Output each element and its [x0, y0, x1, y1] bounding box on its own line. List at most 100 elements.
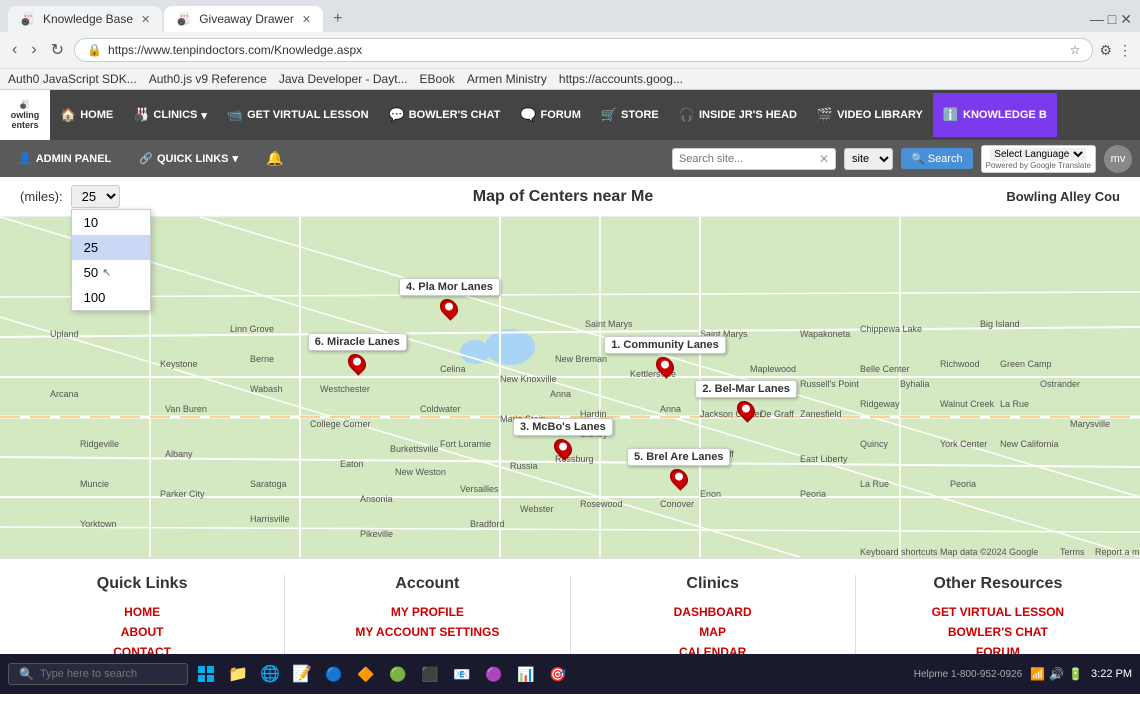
battery-icon[interactable]: 🔋 — [1068, 667, 1083, 681]
nav-home[interactable]: 🏠 HOME — [50, 93, 123, 137]
reload-button[interactable]: ↻ — [47, 36, 68, 64]
map-pin-6[interactable]: 6. Miracle Lanes — [308, 333, 407, 373]
miles-option-50[interactable]: 50 ↖ — [72, 260, 150, 285]
svg-text:Ridgeway: Ridgeway — [860, 399, 900, 409]
search-button[interactable]: 🔍 Search — [901, 148, 973, 169]
bookmark-4[interactable]: Armen Ministry — [467, 72, 547, 86]
miles-option-100[interactable]: 100 — [72, 285, 150, 310]
star-icon[interactable]: ☆ — [1070, 43, 1081, 57]
notification-bell-btn[interactable]: 🔔 — [256, 144, 293, 173]
map-pin-5[interactable]: 5. Brel Are Lanes — [627, 448, 730, 488]
bookmark-5[interactable]: https://accounts.goog... — [559, 72, 683, 86]
svg-text:Van Buren: Van Buren — [165, 404, 207, 414]
taskbar-app1-icon[interactable]: 🔵 — [320, 660, 348, 688]
footer-profile-link[interactable]: MY PROFILE — [305, 605, 549, 619]
bookmark-1[interactable]: Auth0.js v9 Reference — [149, 72, 267, 86]
svg-text:Bradford: Bradford — [470, 519, 505, 529]
nav-knowledge[interactable]: ℹ️ KNOWLEDGE B — [933, 93, 1057, 137]
quick-links-link[interactable]: 🔗 QUICK LINKS ▾ — [129, 146, 248, 171]
footer-settings-link[interactable]: MY ACCOUNT SETTINGS — [305, 625, 549, 639]
nav-forum[interactable]: 🗨️ FORUM — [510, 93, 591, 137]
svg-text:Russell's Point: Russell's Point — [800, 379, 859, 389]
map-container[interactable]: Arcana Upland Ridgeville Muncie Yorktown… — [0, 217, 1140, 557]
forward-button[interactable]: › — [27, 37, 40, 63]
svg-text:New Breman: New Breman — [555, 354, 607, 364]
translate-select[interactable]: Select Language — [990, 148, 1086, 161]
minimize-button[interactable]: — — [1090, 11, 1104, 28]
nav-store[interactable]: 🛒 STORE — [591, 93, 669, 137]
close-button[interactable]: ✕ — [1120, 11, 1132, 28]
map-pin-3[interactable]: 3. McBo's Lanes — [513, 418, 613, 458]
svg-text:Anna: Anna — [660, 404, 681, 414]
footer-dashboard-link[interactable]: DASHBOARD — [591, 605, 835, 619]
nav-video-library[interactable]: 🎬 VIDEO LIBRARY — [807, 93, 933, 137]
map-title: Map of Centers near Me — [473, 188, 653, 206]
miles-option-10[interactable]: 10 — [72, 210, 150, 235]
user-avatar[interactable]: mv — [1104, 145, 1132, 173]
footer-bc-link[interactable]: BOWLER'S CHAT — [876, 625, 1120, 639]
tab-knowledge-base[interactable]: 🎳 Knowledge Base ✕ — [8, 6, 162, 32]
miles-option-25[interactable]: 25 — [72, 235, 150, 260]
back-button[interactable]: ‹ — [8, 37, 21, 63]
tab-giveaway[interactable]: 🎳 Giveaway Drawer ✕ — [164, 6, 323, 32]
maximize-button[interactable]: □ — [1108, 11, 1116, 28]
pin-dot — [352, 356, 363, 367]
extensions-button[interactable]: ⚙ — [1099, 42, 1112, 59]
site-select[interactable]: site web — [844, 148, 893, 170]
nav-clinics[interactable]: 🎳 CLINICS ▾ — [123, 93, 217, 137]
pin-dot — [444, 301, 455, 312]
svg-text:Maplewood: Maplewood — [750, 364, 796, 374]
pin-2-label: 2. Bel-Mar Lanes — [695, 380, 796, 398]
tab-controls: — □ ✕ — [1090, 11, 1132, 28]
footer-home-link[interactable]: HOME — [20, 605, 264, 619]
bookmark-3[interactable]: EBook — [420, 72, 455, 86]
map-pin-1[interactable]: 1. Community Lanes — [604, 336, 726, 376]
tab-label-ga: Giveaway Drawer — [199, 12, 294, 26]
taskbar-word-icon[interactable]: 📝 — [288, 660, 316, 688]
admin-panel-link[interactable]: 👤 ADMIN PANEL — [8, 146, 121, 171]
bookmark-0[interactable]: Auth0 JavaScript SDK... — [8, 72, 137, 86]
nav-vl-label: GET VIRTUAL LESSON — [247, 109, 368, 121]
taskbar-search-input[interactable] — [40, 668, 182, 680]
miles-select[interactable]: 25 — [71, 185, 120, 208]
search-clear-icon[interactable]: ✕ — [819, 152, 829, 166]
nav-virtual-lesson[interactable]: 📹 GET VIRTUAL LESSON — [217, 93, 379, 137]
taskbar-app6-icon[interactable]: 🟣 — [480, 660, 508, 688]
taskbar-app8-icon[interactable]: 🎯 — [544, 660, 572, 688]
taskbar-file-icon[interactable]: 📁 — [224, 660, 252, 688]
menu-button[interactable]: ⋮ — [1118, 42, 1132, 59]
translate-box[interactable]: Select Language Powered by Google Transl… — [981, 145, 1096, 173]
tab-close-ga[interactable]: ✕ — [302, 13, 311, 26]
tab-close-kb[interactable]: ✕ — [141, 13, 150, 26]
address-bar[interactable]: 🔒 https://www.tenpindoctors.com/Knowledg… — [74, 38, 1093, 62]
footer-other-title: Other Resources — [876, 575, 1120, 593]
map-pin-4[interactable]: 4. Pla Mor Lanes — [399, 278, 500, 318]
bookmark-2[interactable]: Java Developer - Dayt... — [279, 72, 408, 86]
volume-icon[interactable]: 🔊 — [1049, 667, 1064, 681]
footer-vl-link[interactable]: GET VIRTUAL LESSON — [876, 605, 1120, 619]
taskbar-app7-icon[interactable]: 📊 — [512, 660, 540, 688]
map-pin-2[interactable]: 2. Bel-Mar Lanes — [695, 380, 796, 420]
nav-bowlers-chat[interactable]: 💬 BOWLER'S CHAT — [379, 93, 511, 137]
taskbar-app5-icon[interactable]: 📧 — [448, 660, 476, 688]
svg-text:Ridgeville: Ridgeville — [80, 439, 119, 449]
taskbar-windows-icon[interactable] — [192, 660, 220, 688]
search-input[interactable] — [679, 153, 819, 165]
nav-jr-head[interactable]: 🎧 INSIDE JR'S HEAD — [669, 93, 807, 137]
search-magnifier-icon: 🔍 — [911, 152, 925, 165]
footer-about-link[interactable]: ABOUT — [20, 625, 264, 639]
search-box[interactable]: ✕ — [672, 148, 836, 170]
footer-map-link[interactable]: MAP — [591, 625, 835, 639]
new-tab-button[interactable]: + — [325, 6, 350, 32]
taskbar-app4-icon[interactable]: ⬛ — [416, 660, 444, 688]
network-icon[interactable]: 📶 — [1030, 667, 1045, 681]
nav-home-label: HOME — [80, 109, 113, 121]
taskbar-browser-icon[interactable]: 🌐 — [256, 660, 284, 688]
taskbar-app3-icon[interactable]: 🟢 — [384, 660, 412, 688]
pin-dot — [659, 359, 670, 370]
svg-text:Coldwater: Coldwater — [420, 404, 461, 414]
pin-4-marker — [437, 295, 462, 320]
taskbar-search[interactable]: 🔍 — [8, 663, 188, 685]
user-label: mv — [1111, 153, 1126, 165]
taskbar-app2-icon[interactable]: 🔶 — [352, 660, 380, 688]
